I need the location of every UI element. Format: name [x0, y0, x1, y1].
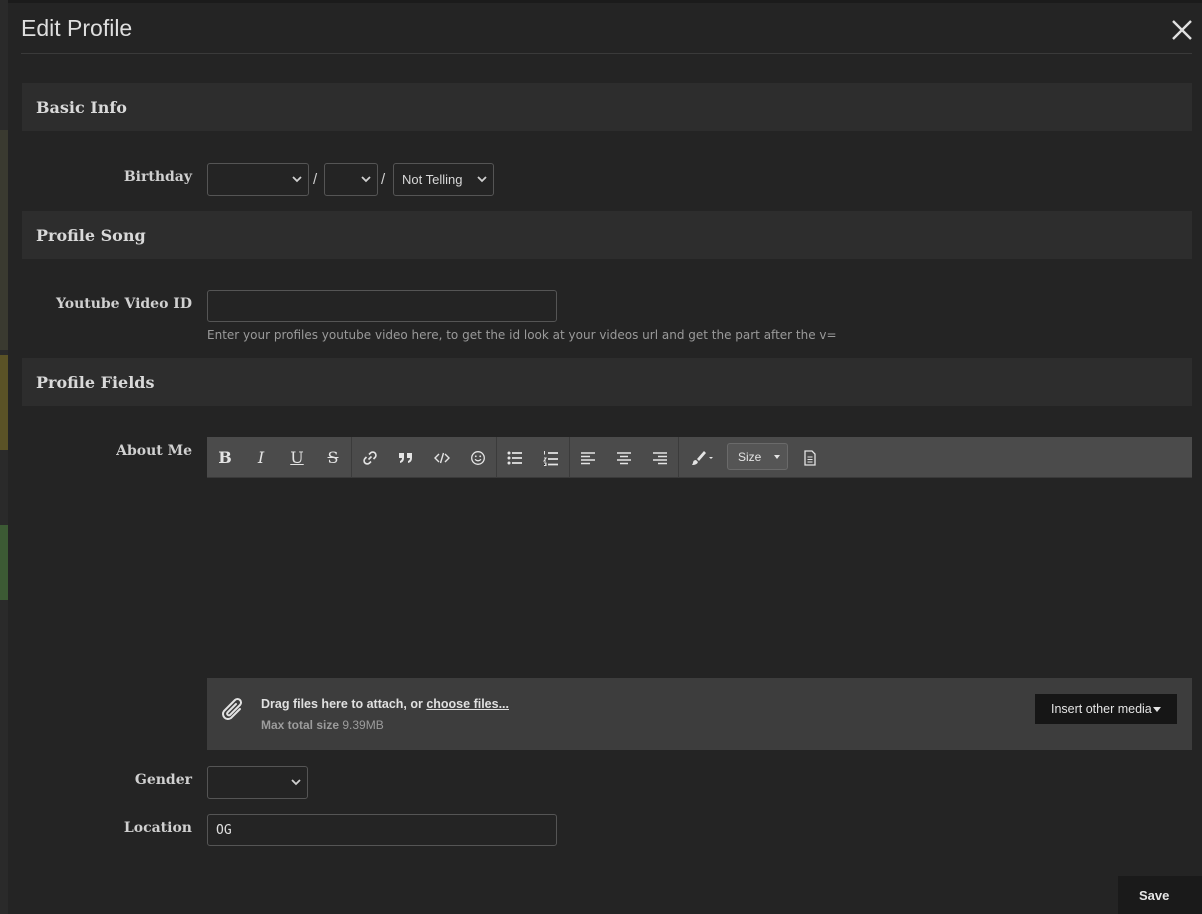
- section-basic-info: Basic Info: [22, 83, 1192, 131]
- close-button[interactable]: [1170, 18, 1194, 42]
- background-page: [0, 0, 8, 914]
- code-icon: [434, 452, 450, 463]
- choose-files-link[interactable]: choose files...: [426, 697, 509, 711]
- youtube-video-id-input[interactable]: [207, 290, 557, 322]
- editor-toolbar: B I U S Size: [207, 437, 1192, 478]
- smiley-button[interactable]: [460, 437, 496, 478]
- chevron-down-icon: [477, 176, 487, 183]
- quote-button[interactable]: [388, 437, 424, 478]
- save-button[interactable]: Save: [1118, 876, 1202, 914]
- font-size-label: Size: [738, 450, 762, 464]
- bold-icon: B: [218, 448, 232, 467]
- max-size-label: Max total size: [261, 718, 340, 732]
- insert-media-label: Insert other media: [1051, 702, 1152, 716]
- date-separator: /: [313, 171, 318, 188]
- title-divider: [21, 53, 1192, 54]
- gender-label: Gender: [134, 772, 192, 788]
- edit-profile-dialog: Edit Profile Basic Info Birthday / / Not…: [8, 3, 1202, 914]
- align-center-button[interactable]: [606, 437, 642, 478]
- paperclip-icon: [222, 697, 243, 720]
- link-button[interactable]: [352, 437, 388, 478]
- align-right-button[interactable]: [642, 437, 678, 478]
- close-icon: [1172, 20, 1192, 40]
- date-separator: /: [381, 171, 386, 188]
- attach-instructions: Drag files here to attach, or choose fil…: [261, 697, 509, 711]
- birthday-month-select[interactable]: [207, 163, 309, 196]
- birthday-day-select[interactable]: [324, 163, 378, 196]
- chevron-down-icon: [291, 779, 301, 786]
- align-left-button[interactable]: [570, 437, 606, 478]
- about-me-label: About Me: [116, 443, 192, 459]
- align-left-icon: [581, 451, 595, 464]
- strikethrough-button[interactable]: S: [315, 437, 351, 478]
- underline-button[interactable]: U: [279, 437, 315, 478]
- max-size-value: 9.39MB: [342, 718, 384, 732]
- font-size-dropdown[interactable]: Size: [727, 443, 788, 470]
- youtube-hint: Enter your profiles youtube video here, …: [207, 328, 837, 342]
- toggle-source-button[interactable]: [792, 437, 828, 478]
- section-profile-song: Profile Song: [22, 211, 1192, 259]
- location-label: Location: [123, 820, 192, 836]
- about-me-editor[interactable]: [207, 478, 1192, 678]
- chevron-down-icon: [361, 176, 371, 183]
- birthday-label: Birthday: [123, 169, 192, 185]
- youtube-label: Youtube Video ID: [55, 296, 192, 312]
- caret-down-icon: [774, 455, 780, 459]
- section-profile-fields: Profile Fields: [22, 358, 1192, 406]
- text-color-button[interactable]: [681, 437, 723, 478]
- attach-text: Drag files here to attach, or: [261, 697, 427, 711]
- smiley-icon: [471, 450, 485, 465]
- gender-select[interactable]: [207, 766, 308, 799]
- underline-icon: U: [290, 448, 304, 467]
- bullet-list-button[interactable]: [497, 437, 533, 478]
- italic-button[interactable]: I: [243, 437, 279, 478]
- bold-button[interactable]: B: [207, 437, 243, 478]
- max-size-info: Max total size 9.39MB: [261, 718, 384, 732]
- align-center-icon: [617, 451, 631, 464]
- chevron-down-icon: [292, 176, 302, 183]
- code-button[interactable]: [424, 437, 460, 478]
- italic-icon: I: [257, 448, 265, 467]
- numbered-list-button[interactable]: [533, 437, 569, 478]
- link-icon: [363, 450, 377, 465]
- toolbar-divider: [678, 437, 679, 478]
- numbered-list-icon: [543, 450, 558, 466]
- align-right-icon: [653, 451, 667, 464]
- birthday-year-select[interactable]: Not Telling: [393, 163, 494, 196]
- document-icon: [804, 449, 816, 466]
- bullet-list-icon: [507, 451, 522, 464]
- location-input[interactable]: OG: [207, 814, 557, 846]
- birthday-year-value: Not Telling: [402, 172, 463, 187]
- dialog-title: Edit Profile: [21, 15, 133, 41]
- caret-down-icon: [1153, 707, 1161, 712]
- strikethrough-icon: S: [327, 448, 339, 467]
- paint-brush-icon: [692, 450, 713, 465]
- quote-icon: [399, 452, 412, 463]
- insert-other-media-button[interactable]: Insert other media: [1035, 694, 1177, 724]
- attachment-dropzone[interactable]: Drag files here to attach, or choose fil…: [207, 678, 1192, 750]
